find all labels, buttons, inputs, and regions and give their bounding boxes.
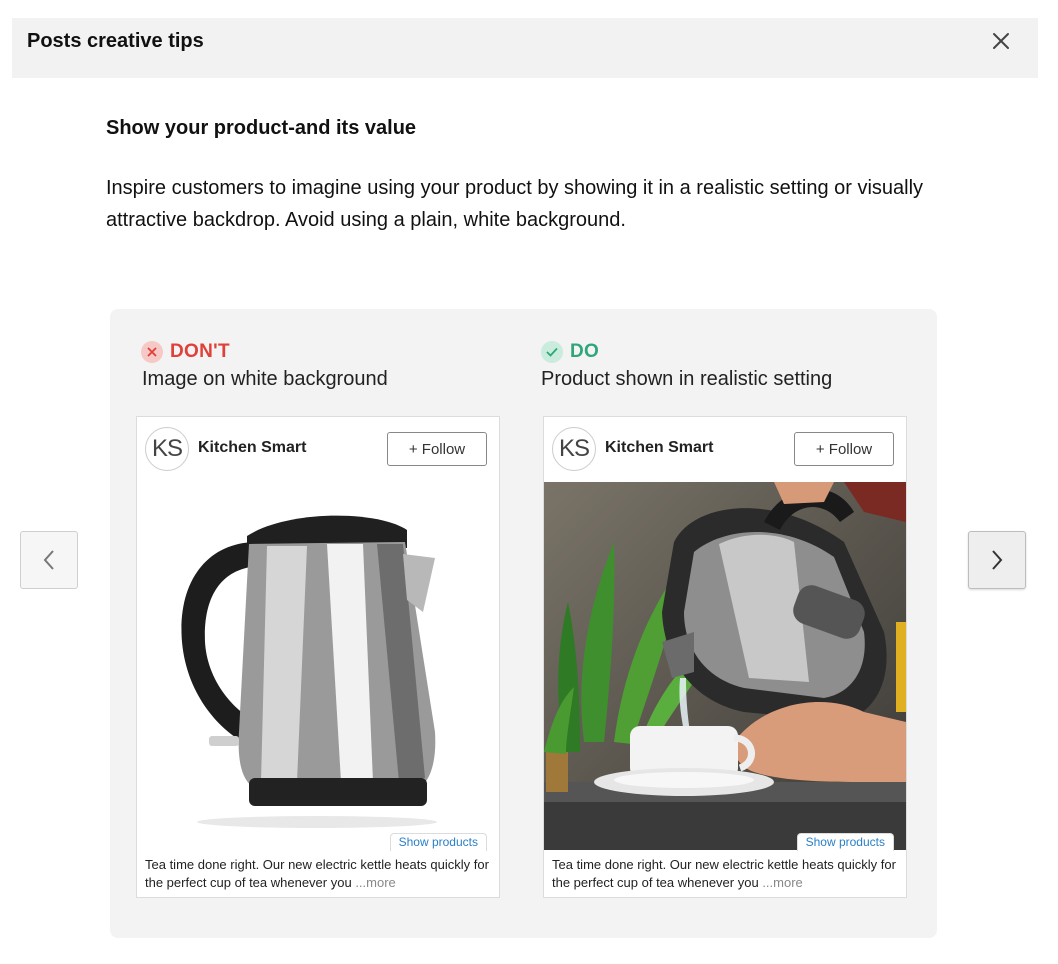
follow-button[interactable]: + Follow — [387, 432, 487, 466]
avatar: KS — [552, 427, 596, 471]
do-label: DO — [541, 341, 599, 363]
do-caption: Product shown in realistic setting — [541, 368, 833, 390]
post-body-text: Tea time done right. Our new electric ke… — [145, 857, 489, 890]
close-button[interactable] — [984, 24, 1018, 58]
dont-text: DON'T — [170, 341, 230, 362]
kettle-on-white-image — [137, 482, 499, 850]
post-preview-do: KS Kitchen Smart + Follow Show products … — [543, 416, 907, 898]
dont-caption: Image on white background — [142, 368, 388, 390]
follow-button[interactable]: + Follow — [794, 432, 894, 466]
check-circle-icon — [541, 341, 563, 363]
do-text: DO — [570, 341, 600, 362]
more-link[interactable]: ...more — [762, 875, 802, 890]
x-circle-icon — [141, 341, 163, 363]
previous-tip-button[interactable] — [20, 531, 78, 589]
close-icon — [993, 33, 1009, 49]
dont-label: DON'T — [141, 341, 230, 363]
show-products-link[interactable]: Show products — [389, 833, 487, 851]
avatar: KS — [145, 427, 189, 471]
next-tip-button[interactable] — [968, 531, 1026, 589]
modal-title: Posts creative tips — [27, 30, 204, 52]
show-products-link[interactable]: Show products — [796, 833, 894, 851]
chevron-left-icon — [43, 550, 54, 570]
post-text: Tea time done right. Our new electric ke… — [552, 856, 902, 892]
brand-name: Kitchen Smart — [198, 439, 307, 456]
post-text: Tea time done right. Our new electric ke… — [145, 856, 495, 892]
kettle-pouring-image — [544, 482, 906, 850]
more-link[interactable]: ...more — [355, 875, 395, 890]
post-header: KS Kitchen Smart + Follow — [137, 417, 499, 481]
post-header: KS Kitchen Smart + Follow — [544, 417, 906, 481]
post-preview-dont: KS Kitchen Smart + Follow Show products … — [136, 416, 500, 898]
chevron-right-icon — [992, 550, 1003, 570]
modal-header: Posts creative tips — [12, 18, 1038, 78]
tip-description: Inspire customers to imagine using your … — [106, 177, 924, 231]
brand-name: Kitchen Smart — [605, 439, 714, 456]
post-body-text: Tea time done right. Our new electric ke… — [552, 857, 896, 890]
tip-heading: Show your product-and its value — [106, 117, 417, 139]
